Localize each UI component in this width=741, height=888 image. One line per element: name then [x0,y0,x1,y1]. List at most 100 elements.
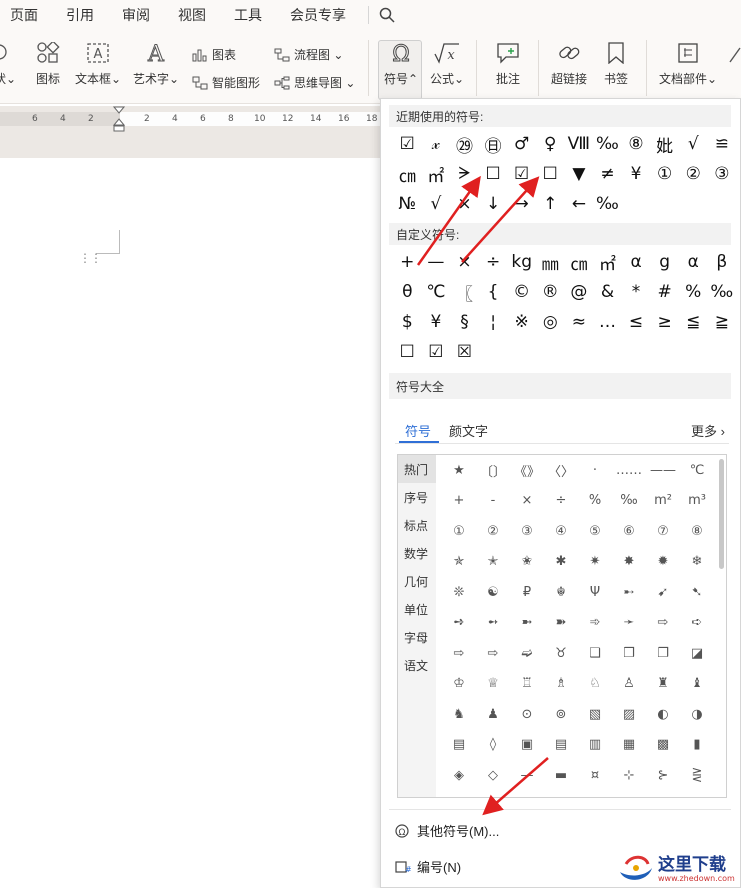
custom-symbol-cell[interactable]: ¥ [422,307,451,337]
custom-symbol-cell[interactable]: α [679,247,708,277]
recent-symbol-cell[interactable]: → [507,189,536,219]
smartart-button[interactable]: 智能图形 [192,74,260,91]
symbol-category[interactable]: 数学 [398,539,436,567]
recent-symbol-cell[interactable]: ㎡ [422,159,451,189]
recent-symbol-cell[interactable]: ② [679,159,708,189]
custom-symbol-cell[interactable]: ☑ [422,337,451,367]
custom-symbol-cell[interactable]: α [622,247,651,277]
symbol-cell[interactable]: ➾ [578,608,612,639]
symbol-cell[interactable]: ❐ [646,638,680,669]
symbol-cell[interactable]: · [578,455,612,486]
custom-symbol-cell[interactable]: 〖 [450,277,479,307]
recent-symbol-cell[interactable]: ☐ [536,159,565,189]
symbol-category[interactable]: 标点 [398,511,436,539]
symbol-cell[interactable]: ♘ [578,669,612,700]
chart-button[interactable]: 图表 [192,46,236,63]
recent-symbol-cell[interactable]: ♀ [536,129,565,159]
recent-symbol-cell[interactable]: ♂ [507,129,536,159]
more-symbols-button[interactable]: Ω 其他符号(M)... [395,821,499,840]
symbol-cell[interactable]: ♝ [680,669,714,700]
symbol-cell[interactable]: ➸ [612,577,646,608]
custom-symbol-cell[interactable]: ≈ [565,307,594,337]
recent-symbol-cell[interactable]: 妣 [650,129,679,159]
custom-symbol-cell[interactable]: ÷ [479,247,508,277]
symbol-cell[interactable]: ▦ [612,730,646,761]
symbol-cell[interactable]: ⊚ [544,699,578,730]
symbol-cell[interactable]: ❊ [442,577,476,608]
recent-symbol-cell[interactable]: 𝓍 [422,129,451,159]
recent-symbol-cell[interactable]: ↑ [536,189,565,219]
custom-symbol-cell[interactable]: ☒ [450,337,479,367]
custom-symbol-cell[interactable]: … [593,307,622,337]
symbol-cell[interactable]: 〔〕 [476,455,510,486]
menu-item-review[interactable]: 审阅 [122,5,150,25]
symbol-cell[interactable]: ➺ [442,608,476,639]
symbol-cell[interactable]: ⑥ [612,516,646,547]
symbol-cell[interactable]: ④ [544,516,578,547]
symbol-cell[interactable]: ☯ [476,577,510,608]
symbol-cell[interactable]: ♞ [442,699,476,730]
symbol-cell[interactable]: ✷ [578,547,612,578]
symbol-cell[interactable]: ❄ [680,547,714,578]
symbol-cell[interactable]: ➹ [646,577,680,608]
symbol-cell[interactable]: ⇨ [476,638,510,669]
symbol-cell[interactable]: ▤ [442,730,476,761]
custom-symbol-cell[interactable]: ‰ [708,277,737,307]
symbol-category[interactable]: 几何 [398,567,436,595]
symbol-cell[interactable]: % [578,486,612,517]
signature-icon[interactable] [728,44,741,64]
symbol-cell[interactable]: ⇨ [646,608,680,639]
symbol-cell[interactable]: ◐ [646,699,680,730]
symbol-cell[interactable]: ♔ [442,669,476,700]
symbol-cell[interactable]: ◪ [680,638,714,669]
symbol-cell[interactable]: ➽ [544,608,578,639]
symbol-cell[interactable]: ✸ [612,547,646,578]
recent-symbol-cell[interactable]: ▼ [565,159,594,189]
recent-symbol-cell[interactable]: ≠ [593,159,622,189]
symbol-cell[interactable]: ✬ [510,547,544,578]
symbol-cell[interactable]: ℃ [680,455,714,486]
menu-item-reference[interactable]: 引用 [66,5,94,25]
search-icon[interactable] [379,7,395,23]
symbol-cell[interactable]: —— [646,455,680,486]
recent-symbol-cell[interactable]: ① [650,159,679,189]
menu-item-page[interactable]: 页面 [10,5,38,25]
symbol-cell[interactable]: ◑ [680,699,714,730]
symbol-cell[interactable]: ⑤ [578,516,612,547]
numbering-button[interactable]: # 编号(N) [395,857,461,876]
custom-symbol-cell[interactable]: ® [536,277,565,307]
custom-symbol-cell[interactable]: ㎝ [565,247,594,277]
symbol-cell[interactable]: ☬ [544,577,578,608]
symbol-cell[interactable]: ♜ [646,669,680,700]
bookmark-button[interactable]: 书签 [598,42,634,87]
symbol-cell[interactable]: ① [442,516,476,547]
custom-symbol-cell[interactable]: ≥ [650,307,679,337]
symbol-button[interactable]: Ω 符号⌃ [380,42,422,87]
recent-symbol-cell[interactable]: ㎝ [393,159,422,189]
custom-symbol-cell[interactable]: ※ [507,307,536,337]
custom-symbol-cell[interactable]: ☐ [393,337,422,367]
recent-symbol-cell[interactable]: √ [679,129,708,159]
flowchart-button[interactable]: 流程图 ⌄ [274,46,343,63]
symbol-cell[interactable]: ▬ [544,760,578,791]
symbol-cell[interactable]: ⑦ [646,516,680,547]
recent-symbol-cell[interactable]: ㉙ [450,129,479,159]
custom-symbol-cell[interactable]: { [479,277,508,307]
custom-symbol-cell[interactable]: # [650,277,679,307]
custom-symbol-cell[interactable]: § [450,307,479,337]
symbol-cell[interactable]: — [510,760,544,791]
symbol-cell[interactable]: ¤ [578,760,612,791]
symbol-cell[interactable]: ⋛ [680,760,714,791]
menu-item-member[interactable]: 会员专享 [290,5,346,25]
symbol-cell[interactable]: ♟ [476,699,510,730]
symbol-cell[interactable]: ➼ [510,608,544,639]
custom-symbol-cell[interactable]: + [393,247,422,277]
symbol-cell[interactable]: ⊹ [612,760,646,791]
recent-symbol-cell[interactable]: ‰ [593,189,622,219]
tab-kaomoji[interactable]: 颜文字 [449,421,488,440]
custom-symbol-cell[interactable]: * [622,277,651,307]
shape-button[interactable]: 状⌄ [0,42,18,87]
custom-symbol-cell[interactable]: @ [565,277,594,307]
custom-symbol-cell[interactable]: ¦ [479,307,508,337]
symbol-cell[interactable]: ♗ [544,669,578,700]
